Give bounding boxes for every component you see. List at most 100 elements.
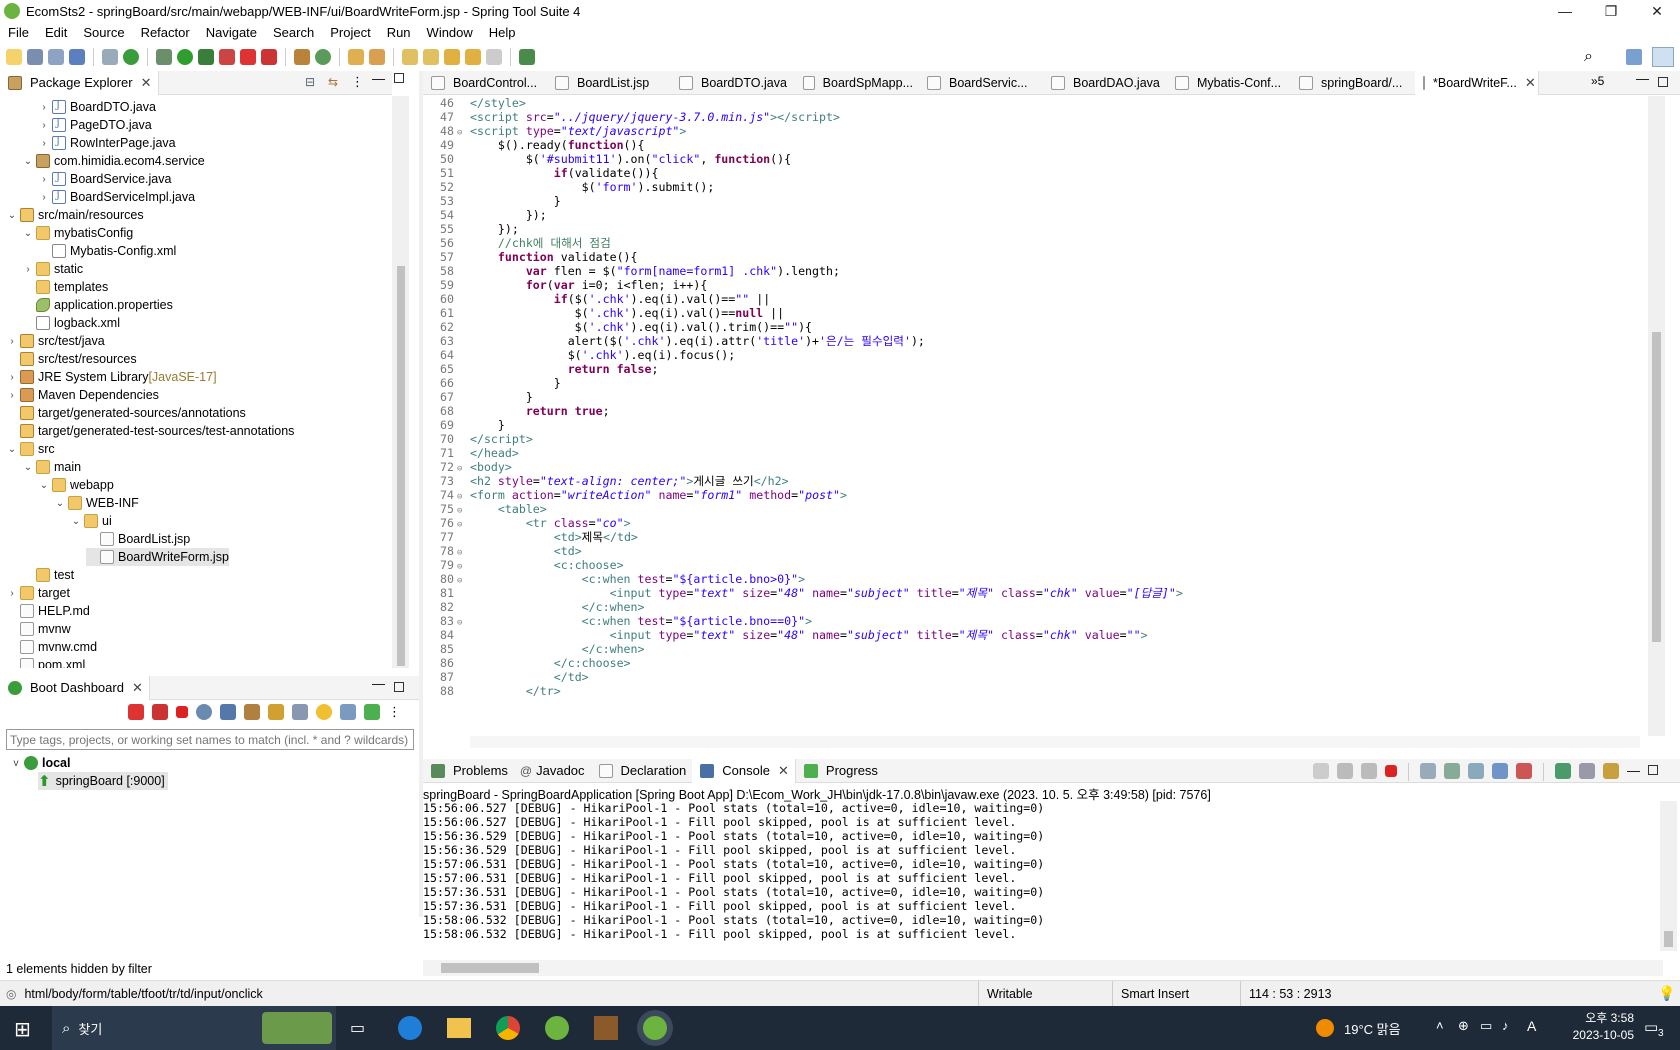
editor-tab[interactable]: BoardControl... bbox=[423, 71, 547, 95]
minimize-view-icon[interactable]: — bbox=[372, 71, 385, 86]
remove-all-icon[interactable] bbox=[1361, 763, 1377, 779]
tree-item[interactable]: Mybatis-Config.xml bbox=[38, 242, 176, 260]
close-icon[interactable]: ✕ bbox=[1525, 75, 1536, 91]
menu-help[interactable]: Help bbox=[481, 25, 524, 40]
tree-twisty-icon[interactable]: › bbox=[38, 174, 50, 185]
tree-item[interactable]: › BoardDTO.java bbox=[38, 98, 156, 116]
start-icon[interactable] bbox=[128, 704, 144, 720]
app-icon[interactable] bbox=[594, 1016, 618, 1040]
chrome-icon[interactable] bbox=[496, 1016, 520, 1040]
edge-icon[interactable] bbox=[398, 1016, 422, 1040]
menu-navigate[interactable]: Navigate bbox=[198, 25, 265, 40]
tree-twisty-icon[interactable]: › bbox=[38, 102, 50, 113]
task-view-icon[interactable]: ▭ bbox=[350, 1018, 365, 1038]
word-wrap-icon[interactable] bbox=[1468, 763, 1484, 779]
tab-package-explorer[interactable]: Package Explorer ✕ bbox=[0, 70, 159, 95]
stop-icon[interactable] bbox=[176, 706, 188, 718]
tree-item[interactable]: › Maven Dependencies bbox=[6, 386, 159, 404]
boot-icon[interactable] bbox=[123, 49, 139, 65]
tree-twisty-icon[interactable]: ⌄ bbox=[6, 444, 18, 455]
perspective-icon[interactable] bbox=[1626, 49, 1642, 65]
tree-item[interactable]: ⌄ src/main/resources bbox=[6, 206, 144, 224]
coverage-icon[interactable] bbox=[198, 49, 214, 65]
tree-item[interactable]: mvnw.cmd bbox=[6, 638, 97, 656]
menu-project[interactable]: Project bbox=[322, 25, 378, 40]
editor-tab[interactable]: *BoardWriteF... ✕ bbox=[1415, 70, 1539, 95]
tab-console[interactable]: Console ✕ bbox=[692, 758, 796, 783]
editor-scrollbar[interactable] bbox=[1648, 96, 1665, 736]
close-icon[interactable]: ✕ bbox=[141, 75, 152, 91]
clear-console-icon[interactable] bbox=[1420, 763, 1436, 779]
display-console-icon[interactable] bbox=[1579, 763, 1595, 779]
editor-hscroll[interactable] bbox=[470, 736, 1640, 748]
tree-item[interactable]: ⌄ ui bbox=[70, 512, 112, 530]
edit-icon[interactable] bbox=[268, 704, 284, 720]
new-java-class-icon[interactable] bbox=[315, 49, 331, 65]
windows-start-icon[interactable]: ⊞ bbox=[14, 1017, 31, 1042]
code-editor[interactable]: 46 </style> 47 <script src="../jquery/jqu… bbox=[423, 96, 1655, 736]
boot-filter-input[interactable] bbox=[6, 729, 414, 750]
maximize-button[interactable]: ❐ bbox=[1588, 0, 1634, 22]
properties-icon[interactable] bbox=[292, 704, 308, 720]
back-icon[interactable] bbox=[465, 49, 481, 65]
tree-item[interactable]: › BoardService.java bbox=[38, 170, 171, 188]
file-explorer-icon[interactable] bbox=[447, 1018, 471, 1038]
new-icon[interactable] bbox=[6, 49, 22, 65]
menu-run[interactable]: Run bbox=[379, 25, 419, 40]
close-icon[interactable]: ✕ bbox=[778, 763, 789, 779]
save-icon[interactable] bbox=[27, 49, 43, 65]
editor-tab[interactable]: BoardSpMapp... bbox=[795, 71, 919, 95]
close-icon[interactable]: ✕ bbox=[132, 680, 143, 696]
remove-launch-icon[interactable] bbox=[1337, 763, 1353, 779]
tree-item[interactable]: ⌄ com.himidia.ecom4.service bbox=[22, 152, 205, 170]
maximize-view-icon[interactable] bbox=[1648, 765, 1658, 775]
filter-icon[interactable] bbox=[340, 704, 356, 720]
refresh-icon[interactable] bbox=[244, 704, 260, 720]
editor-tab[interactable]: BoardDTO.java bbox=[671, 71, 795, 95]
springboard-app-node[interactable]: ⬆ springBoard [:9000] bbox=[38, 772, 168, 790]
spring-perspective-icon[interactable] bbox=[1652, 47, 1674, 67]
stop-icon[interactable] bbox=[240, 49, 256, 65]
tip-icon[interactable]: 💡 bbox=[1658, 985, 1675, 1002]
tree-item[interactable]: mvnw bbox=[6, 620, 71, 638]
skip-breakpoints-icon[interactable] bbox=[102, 49, 118, 65]
editor-tab[interactable]: BoardList.jsp bbox=[547, 71, 671, 95]
console-icon[interactable] bbox=[220, 704, 236, 720]
relaunch-icon[interactable] bbox=[261, 49, 277, 65]
spring-tool-icon[interactable] bbox=[545, 1016, 569, 1040]
tree-twisty-icon[interactable]: › bbox=[38, 192, 50, 203]
tray-chevron-icon[interactable]: ˄ bbox=[1436, 1018, 1444, 1033]
tree-scrollbar[interactable] bbox=[392, 96, 409, 668]
menu-search[interactable]: Search bbox=[265, 25, 322, 40]
tab-progress[interactable]: Progress bbox=[796, 759, 884, 783]
tree-item[interactable]: › RowInterPage.java bbox=[38, 134, 176, 152]
menu-source[interactable]: Source bbox=[75, 25, 132, 40]
hint-icon[interactable] bbox=[316, 704, 332, 720]
search-icon[interactable]: ⌕ bbox=[1584, 48, 1593, 66]
menu-edit[interactable]: Edit bbox=[37, 25, 75, 40]
tree-twisty-icon[interactable]: › bbox=[6, 336, 18, 347]
tree-item[interactable]: › BoardServiceImpl.java bbox=[38, 188, 195, 206]
tab-javadoc[interactable]: @ Javadoc bbox=[514, 759, 591, 783]
editor-overflow[interactable]: »5 bbox=[1591, 74, 1604, 88]
console-scrollbar[interactable] bbox=[1660, 801, 1677, 951]
menu-refactor[interactable]: Refactor bbox=[133, 25, 198, 40]
show-stderr-icon[interactable] bbox=[1516, 763, 1532, 779]
editor-tab[interactable]: Mybatis-Conf... bbox=[1167, 71, 1291, 95]
tree-twisty-icon[interactable]: ⌄ bbox=[22, 156, 34, 167]
editor-tab[interactable]: BoardServic... bbox=[919, 71, 1043, 95]
tree-twisty-icon[interactable]: › bbox=[22, 264, 34, 275]
open-type-icon[interactable] bbox=[348, 49, 364, 65]
tab-declaration[interactable]: Declaration bbox=[591, 759, 693, 783]
tree-twisty-icon[interactable]: ⌄ bbox=[38, 480, 50, 491]
tree-item[interactable]: ⌄ main bbox=[22, 458, 81, 476]
scroll-lock-icon[interactable] bbox=[1444, 763, 1460, 779]
tree-item[interactable]: logback.xml bbox=[22, 314, 120, 332]
minimize-editor-icon[interactable]: — bbox=[1636, 71, 1649, 86]
taskbar-search[interactable]: ⌕ 찾기 bbox=[52, 1006, 336, 1050]
clock[interactable]: 오후 3:58 2023-10-05 bbox=[1554, 1010, 1634, 1044]
link-editor-icon[interactable]: ⇆ bbox=[328, 75, 338, 89]
add-icon[interactable] bbox=[364, 704, 380, 720]
tree-item[interactable]: target/generated-sources/annotations bbox=[6, 404, 246, 422]
minimize-view-icon[interactable]: — bbox=[372, 676, 385, 691]
